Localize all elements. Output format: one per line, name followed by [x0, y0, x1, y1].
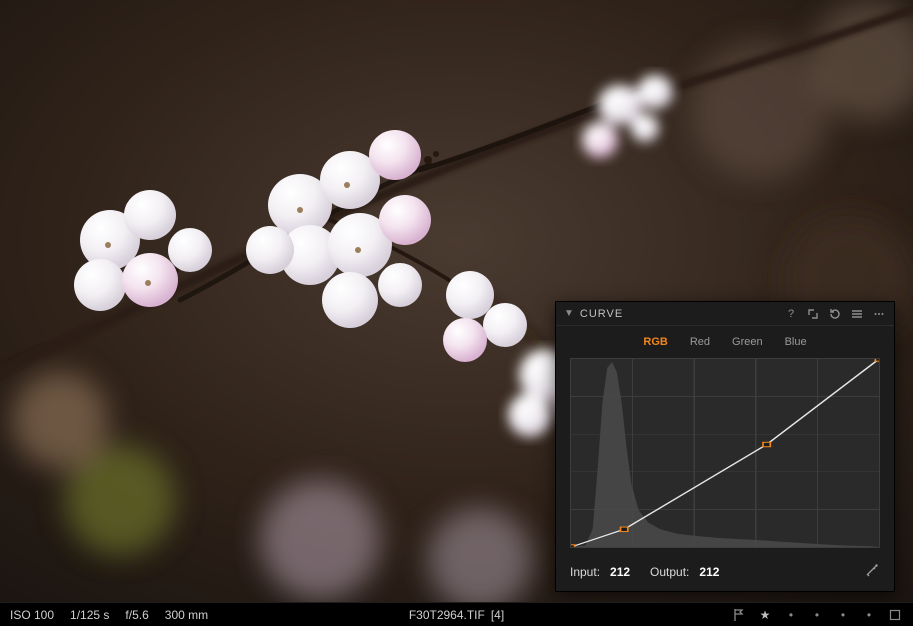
meta-shutter: 1/125 s: [70, 608, 109, 622]
rating-dot-1[interactable]: •: [783, 607, 799, 623]
rating-dot-3[interactable]: •: [835, 607, 851, 623]
output-value[interactable]: 212: [699, 565, 729, 579]
curve-io-row: Input: 212 Output: 212: [556, 556, 894, 591]
more-icon[interactable]: [872, 307, 886, 321]
channel-tab-rgb[interactable]: RGB: [639, 334, 671, 350]
input-label: Input:: [570, 565, 600, 579]
expand-icon[interactable]: [806, 307, 820, 321]
color-tag-icon[interactable]: [887, 607, 903, 623]
input-value[interactable]: 212: [610, 565, 640, 579]
curve-graph[interactable]: [570, 358, 880, 548]
viewport: ▼ CURVE ? RGB Red Green: [0, 0, 913, 626]
channel-tab-green[interactable]: Green: [728, 334, 767, 350]
rating-dot-4[interactable]: •: [861, 607, 877, 623]
output-label: Output:: [650, 565, 689, 579]
channel-tab-blue[interactable]: Blue: [781, 334, 811, 350]
meta-iso: ISO 100: [10, 608, 54, 622]
meta-aperture: f/5.6: [125, 608, 148, 622]
curve-panel[interactable]: ▼ CURVE ? RGB Red Green: [555, 301, 895, 592]
filename: F30T2964.TIF: [409, 608, 485, 622]
panel-collapse-toggle[interactable]: ▼: [564, 308, 574, 319]
rating-star-icon[interactable]: ★: [757, 607, 773, 623]
reset-icon[interactable]: [828, 307, 842, 321]
sequence: [4]: [491, 608, 504, 622]
panel-title: CURVE: [580, 308, 784, 320]
panel-tools: ?: [784, 307, 886, 321]
rating-dot-2[interactable]: •: [809, 607, 825, 623]
help-icon[interactable]: ?: [784, 307, 798, 321]
curve-area: [556, 354, 894, 556]
status-right: ★ • • • •: [731, 607, 903, 623]
flag-icon[interactable]: [731, 607, 747, 623]
status-bar: ISO 100 1/125 s f/5.6 300 mm F30T2964.TI…: [0, 602, 913, 626]
channel-tabs: RGB Red Green Blue: [556, 326, 894, 354]
curve-panel-header: ▼ CURVE ?: [556, 302, 894, 326]
menu-icon[interactable]: [850, 307, 864, 321]
curve-picker-icon[interactable]: [864, 562, 880, 581]
filename-group: F30T2964.TIF [4]: [409, 608, 504, 622]
channel-tab-red[interactable]: Red: [686, 334, 714, 350]
meta-focal: 300 mm: [165, 608, 208, 622]
